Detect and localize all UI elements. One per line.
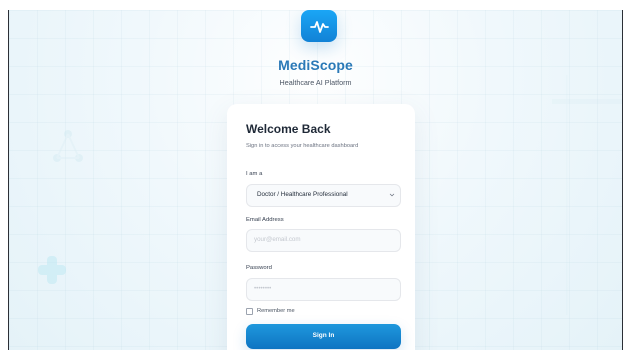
- sign-in-label: Sign In: [312, 332, 335, 339]
- email-label: Email Address: [246, 217, 284, 223]
- brand-name: MediScope: [278, 57, 353, 73]
- page-viewport: MediScope Healthcare AI Platform Welcome…: [8, 10, 623, 350]
- remember-me-label: Remember me: [257, 308, 295, 314]
- molecule-icon: [53, 130, 83, 162]
- page-subtitle: Sign in to access your healthcare dashbo…: [246, 143, 359, 149]
- medical-cross-icon: [37, 255, 67, 285]
- password-field[interactable]: ••••••••: [246, 278, 401, 301]
- sign-in-button[interactable]: Sign In: [246, 324, 401, 349]
- brand-subtitle: Healthcare AI Platform: [279, 78, 352, 87]
- remember-me-checkbox[interactable]: [246, 308, 253, 315]
- heartbeat-icon: [301, 10, 337, 42]
- email-field[interactable]: your@email.com: [246, 229, 401, 252]
- role-select[interactable]: Doctor / Healthcare Professional: [246, 184, 401, 207]
- chevron-down-icon: [389, 193, 395, 197]
- password-label: Password: [246, 265, 272, 271]
- role-select-value: Doctor / Healthcare Professional: [257, 191, 348, 198]
- email-placeholder: your@email.com: [254, 236, 301, 243]
- role-label: I am a: [246, 171, 263, 177]
- login-card: Welcome Back Sign in to access your heal…: [227, 104, 415, 350]
- password-value: ••••••••: [254, 285, 272, 292]
- background-decoration: [552, 75, 622, 315]
- page-title: Welcome Back: [246, 122, 331, 136]
